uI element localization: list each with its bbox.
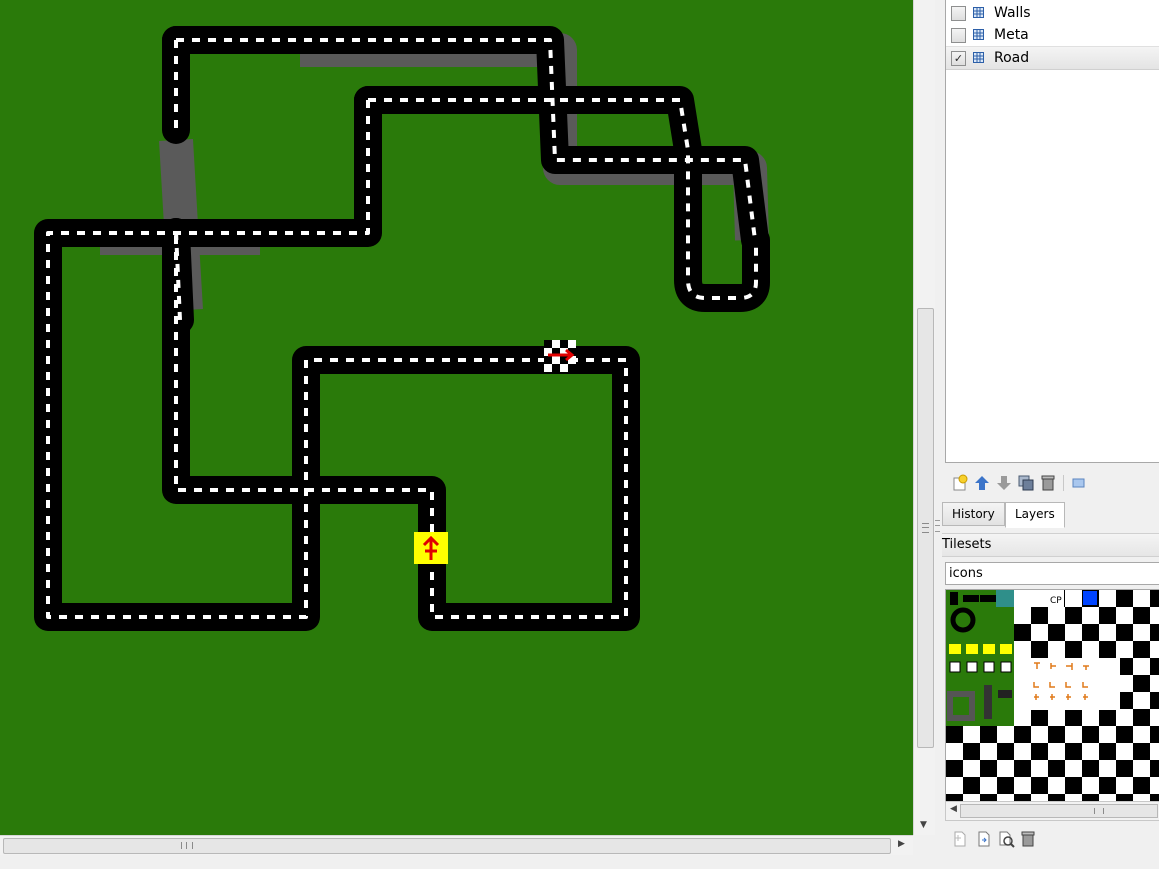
tileset-scroll-thumb[interactable]	[960, 804, 1158, 818]
layer-row-meta[interactable]: Meta	[946, 24, 1159, 46]
scroll-down-icon[interactable]: ▼	[920, 820, 927, 830]
tile-layer-icon	[973, 7, 984, 18]
scroll-right-icon[interactable]: ▶	[898, 839, 905, 849]
tile-layer-icon	[973, 29, 984, 40]
layer-row-road[interactable]: ✓ Road	[946, 46, 1159, 70]
tileset-selector[interactable]: icons	[945, 562, 1159, 585]
panel-splitter[interactable]	[935, 0, 942, 869]
tab-layers[interactable]: Layers	[1005, 502, 1065, 528]
import-tileset-icon[interactable]	[975, 830, 993, 848]
layer-name: Meta	[994, 27, 1029, 43]
tileset-view[interactable]: CP	[945, 589, 1159, 803]
delete-layer-icon[interactable]	[1039, 474, 1057, 492]
horizontal-scroll-thumb[interactable]	[3, 838, 891, 854]
map-canvas[interactable]	[0, 0, 913, 835]
new-tileset-icon[interactable]	[951, 830, 969, 848]
layer-visibility-checkbox[interactable]	[951, 6, 966, 21]
layer-name: Road	[994, 50, 1030, 66]
tilesets-title: Tilesets	[942, 537, 992, 552]
remove-tileset-icon[interactable]	[1019, 830, 1037, 848]
road-center-line	[46, 38, 758, 619]
scroll-left-icon[interactable]: ◀	[950, 804, 957, 814]
map-view[interactable]	[0, 0, 913, 835]
checkpoint-label: CP	[1050, 596, 1062, 606]
road-layer	[34, 26, 770, 631]
right-panel: Walls Meta ✓ Road History Layers Tileset…	[942, 0, 1159, 869]
tile-layer-icon	[973, 52, 984, 63]
tab-history[interactable]: History	[942, 502, 1005, 526]
layer-properties-icon[interactable]	[1069, 474, 1087, 492]
tilesets-toolbar	[945, 828, 1159, 852]
layers-toolbar	[945, 472, 1159, 496]
new-layer-icon[interactable]	[951, 474, 969, 492]
edit-tileset-icon[interactable]	[997, 830, 1015, 848]
tileset-image[interactable]: CP	[946, 590, 1159, 802]
canvas-horizontal-scrollbar[interactable]: ▶	[0, 835, 913, 856]
vertical-scroll-thumb[interactable]	[917, 308, 934, 748]
dock-tabs: History Layers	[942, 502, 1159, 528]
finish-line-tile	[544, 340, 576, 372]
checkpoint-tile	[414, 532, 448, 564]
move-layer-up-icon[interactable]	[973, 474, 991, 492]
move-layer-down-icon[interactable]	[995, 474, 1013, 492]
layer-visibility-checkbox[interactable]	[951, 28, 966, 43]
tileset-horizontal-scrollbar[interactable]: ◀	[945, 801, 1159, 821]
layer-row-walls[interactable]: Walls	[946, 2, 1159, 24]
layers-list: Walls Meta ✓ Road	[945, 0, 1159, 463]
duplicate-layer-icon[interactable]	[1017, 474, 1035, 492]
tileset-selected-name: icons	[949, 566, 983, 581]
layer-name: Walls	[994, 5, 1031, 21]
tilesets-panel-header: Tilesets	[942, 533, 1159, 557]
status-strip	[0, 855, 935, 869]
canvas-vertical-scrollbar[interactable]: ▼	[913, 0, 936, 835]
layer-visibility-checkbox[interactable]: ✓	[951, 51, 966, 66]
